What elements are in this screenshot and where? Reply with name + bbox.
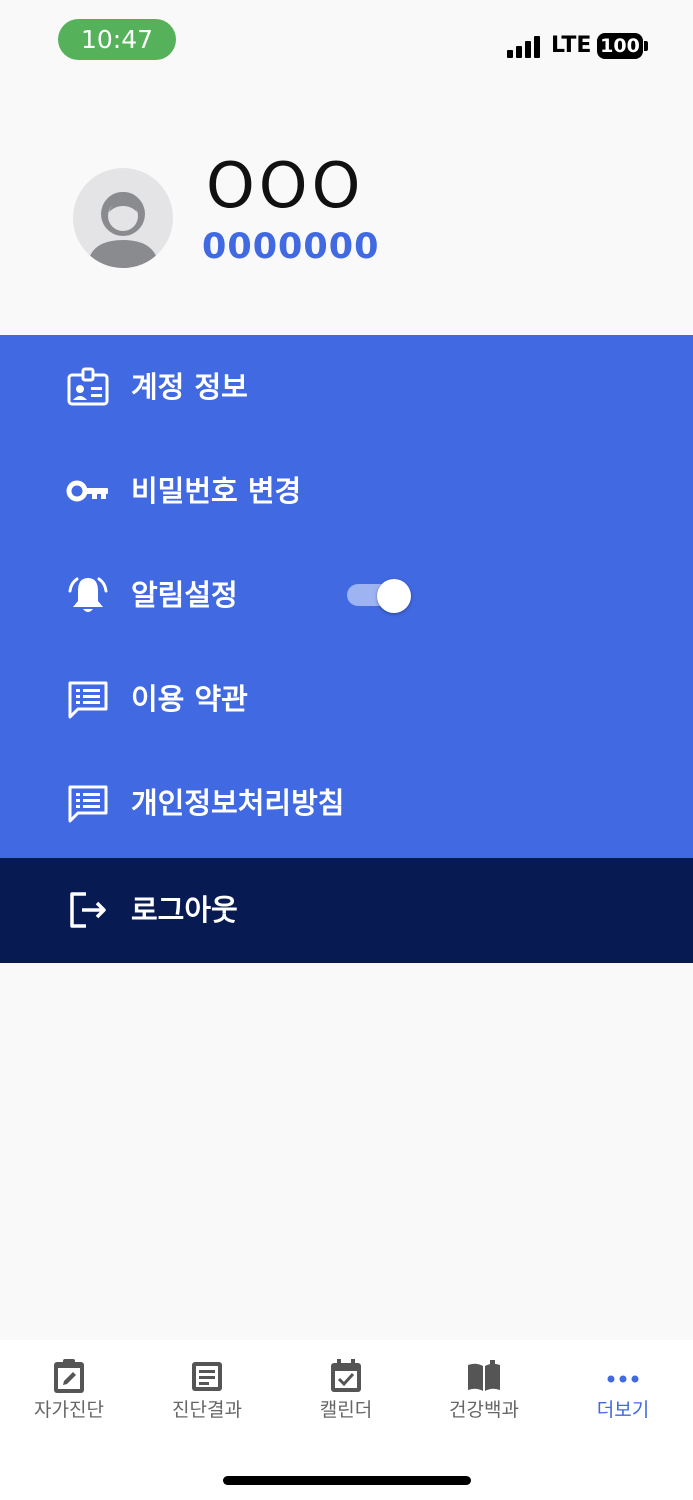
tab-more[interactable]: 더보기 bbox=[554, 1340, 692, 1440]
network-type: LTE bbox=[551, 33, 592, 58]
menu-label-account-info: 계정 정보 bbox=[131, 370, 248, 404]
menu-item-terms-of-use[interactable]: 이용 약관 bbox=[0, 647, 693, 751]
battery-nub bbox=[644, 41, 648, 51]
note-icon bbox=[192, 1362, 222, 1391]
menu-item-account-info[interactable]: 계정 정보 bbox=[0, 335, 693, 439]
tab-label-calendar: 캘린더 bbox=[319, 1399, 373, 1421]
battery-icon: 100 bbox=[597, 33, 643, 59]
user-name: OOO bbox=[206, 149, 365, 222]
tab-diagnosis-results[interactable]: 진단결과 bbox=[138, 1340, 276, 1440]
tab-label-more: 더보기 bbox=[596, 1399, 650, 1421]
document-chat-icon bbox=[68, 681, 108, 719]
menu-item-change-password[interactable]: 비밀번호 변경 bbox=[0, 439, 693, 543]
book-icon bbox=[468, 1360, 500, 1391]
home-indicator[interactable] bbox=[223, 1476, 471, 1485]
signal-icon bbox=[507, 36, 543, 58]
document-chat-icon bbox=[68, 785, 108, 823]
id-card-icon bbox=[67, 367, 109, 406]
menu-label-change-password: 비밀번호 변경 bbox=[131, 474, 302, 508]
bell-icon bbox=[68, 577, 108, 612]
tab-calendar[interactable]: 캘린더 bbox=[277, 1340, 415, 1440]
tab-label-health-encyclopedia: 건강백과 bbox=[449, 1399, 519, 1421]
menu-label-terms-of-use: 이용 약관 bbox=[131, 682, 248, 716]
profile-header: OOO 0000000 bbox=[0, 90, 693, 335]
menu-label-privacy-policy: 개인정보처리방침 bbox=[131, 786, 345, 820]
key-icon bbox=[66, 480, 108, 502]
settings-menu: 계정 정보 비밀번호 변경 알림설정 이용 약관 개인정보처리방침 bbox=[0, 335, 693, 858]
calendar-check-icon bbox=[331, 1359, 361, 1392]
toggle-knob bbox=[377, 579, 411, 613]
tab-health-encyclopedia[interactable]: 건강백과 bbox=[415, 1340, 553, 1440]
tab-self-diagnosis[interactable]: 자가진단 bbox=[0, 1340, 138, 1440]
more-dots-icon bbox=[607, 1375, 639, 1383]
menu-item-notification-settings: 알림설정 bbox=[0, 543, 693, 647]
menu-item-privacy-policy[interactable]: 개인정보처리방침 bbox=[0, 751, 693, 855]
avatar bbox=[73, 168, 173, 268]
clipboard-edit-icon bbox=[54, 1359, 84, 1393]
status-time: 10:47 bbox=[58, 19, 176, 60]
logout-button[interactable]: 로그아웃 bbox=[0, 858, 693, 963]
menu-label-notification-settings: 알림설정 bbox=[131, 578, 238, 612]
notification-toggle[interactable] bbox=[347, 579, 413, 613]
user-id: 0000000 bbox=[202, 227, 380, 267]
tab-label-diagnosis-results: 진단결과 bbox=[172, 1399, 242, 1421]
logout-icon bbox=[70, 892, 106, 928]
status-bar: 10:47 LTE 100 bbox=[0, 0, 693, 90]
avatar-person-icon bbox=[87, 192, 159, 268]
tab-label-self-diagnosis: 자가진단 bbox=[34, 1399, 104, 1421]
logout-label: 로그아웃 bbox=[131, 893, 238, 927]
